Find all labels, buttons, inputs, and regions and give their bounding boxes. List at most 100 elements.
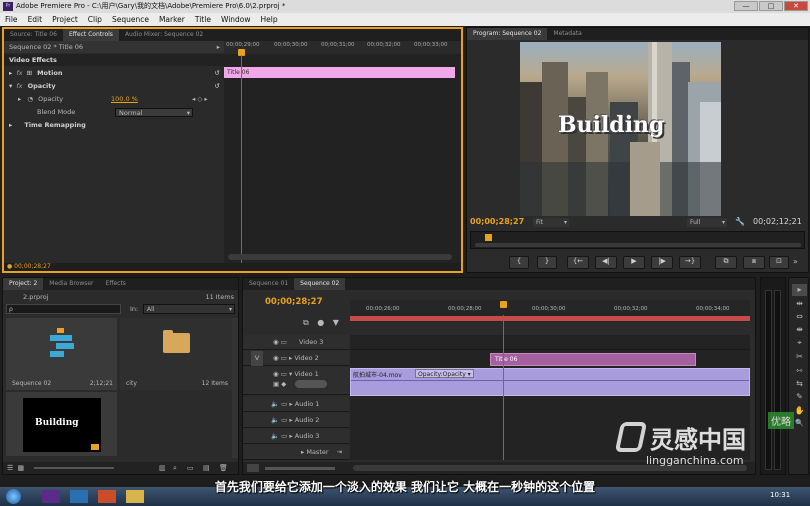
- icon-view-icon[interactable]: ▦: [18, 464, 25, 472]
- rolling-edit-tool-icon[interactable]: ⇼: [792, 325, 807, 337]
- menu-window[interactable]: Window: [216, 13, 256, 26]
- in-dropdown[interactable]: All ▾: [143, 304, 235, 314]
- keyframe-nav-icon[interactable]: ◂ ◇ ▸: [192, 93, 208, 105]
- button-editor-icon[interactable]: »: [793, 257, 798, 266]
- track-video-2[interactable]: V ◉ ▭ ▸ Video 2: [243, 351, 349, 366]
- lift-button[interactable]: ⧉: [715, 256, 737, 269]
- zoom-slider[interactable]: [34, 467, 115, 469]
- track-master[interactable]: ▸ Master ⇥: [243, 445, 349, 460]
- ripple-edit-tool-icon[interactable]: ⇔: [792, 312, 807, 324]
- zoom-out-icon[interactable]: [247, 464, 259, 472]
- tab-source[interactable]: Source: Title 06: [4, 29, 63, 41]
- step-back-button[interactable]: ◀|: [595, 256, 617, 269]
- speaker-icon[interactable]: 🔈: [271, 416, 279, 424]
- play-button[interactable]: ▶: [623, 256, 645, 269]
- menu-project[interactable]: Project: [47, 13, 83, 26]
- fx-badge-icon[interactable]: fx: [16, 69, 22, 77]
- track-select-tool-icon[interactable]: ⇹: [792, 299, 807, 311]
- stopwatch-icon[interactable]: ◔: [27, 95, 33, 103]
- slip-tool-icon[interactable]: ⇿: [792, 366, 807, 378]
- expand-arrow-icon[interactable]: ▸: [9, 121, 12, 129]
- tab-effects[interactable]: Effects: [100, 278, 132, 290]
- track-video-1[interactable]: ◉ ▭ ▾ Video 1 ▣ ◆: [243, 367, 349, 395]
- export-frame-button[interactable]: ⊡: [769, 256, 789, 269]
- tab-program[interactable]: Program: Sequence 02: [467, 28, 548, 40]
- mark-in-button[interactable]: {: [509, 256, 529, 269]
- maximize-button[interactable]: □: [759, 1, 783, 11]
- expand-arrow-icon[interactable]: ▸: [289, 416, 292, 424]
- menu-file[interactable]: File: [0, 13, 23, 26]
- go-to-in-button[interactable]: {←: [567, 256, 589, 269]
- slide-tool-icon[interactable]: ⇆: [792, 379, 807, 391]
- project-item-title[interactable]: Building: [6, 392, 117, 456]
- blend-mode-dropdown[interactable]: Normal ▾: [115, 108, 193, 117]
- opacity-value[interactable]: 100.0 %: [111, 93, 138, 105]
- track-audio-1[interactable]: 🔈 ▭ ▸ Audio 1: [243, 397, 349, 412]
- opacity-rubber-band[interactable]: [351, 380, 749, 381]
- track-audio-3[interactable]: 🔈 ▭ ▸ Audio 3: [243, 429, 349, 444]
- speaker-icon[interactable]: 🔈: [271, 432, 279, 440]
- menu-help[interactable]: Help: [256, 13, 283, 26]
- lock-icon[interactable]: ▭: [281, 354, 287, 362]
- video-1-clip[interactable]: 航拍城市-04.mov Opacity:Opacity ▾: [350, 368, 750, 396]
- quality-dropdown[interactable]: Full ▾: [687, 218, 727, 227]
- show-timeline-toggle-icon[interactable]: ▸: [217, 41, 220, 53]
- collapse-arrow-icon[interactable]: ▾: [289, 370, 292, 378]
- keyframe-nav-pill[interactable]: [295, 380, 327, 388]
- automate-to-sequence-icon[interactable]: ▥: [159, 462, 166, 474]
- expand-arrow-icon[interactable]: ▸: [301, 448, 304, 456]
- track-video-3[interactable]: ◉ ▭ Video 3: [243, 335, 349, 350]
- timeline-ruler[interactable]: 00;00;26;00 00;00;28;00 00;00;30;00 00;0…: [350, 300, 750, 322]
- mark-out-button[interactable]: }: [537, 256, 557, 269]
- expand-arrow-icon[interactable]: ▸: [9, 69, 12, 77]
- expand-arrow-icon[interactable]: ▸: [18, 95, 21, 103]
- list-view-icon[interactable]: ☰: [7, 464, 13, 472]
- timeline-zoom-slider[interactable]: [265, 467, 335, 470]
- lock-icon[interactable]: ▭: [281, 400, 287, 408]
- tab-effect-controls[interactable]: Effect Controls: [62, 29, 119, 41]
- add-marker-icon[interactable]: ▼: [333, 318, 339, 327]
- rate-stretch-tool-icon[interactable]: ⌖: [792, 338, 807, 350]
- timeline-current-time[interactable]: 00;00;28;27: [265, 297, 323, 307]
- selection-tool-icon[interactable]: ▸: [792, 284, 807, 296]
- menu-marker[interactable]: Marker: [154, 13, 190, 26]
- project-item-bin[interactable]: city 12 Items: [120, 318, 232, 390]
- project-search-input[interactable]: ρ: [6, 304, 121, 314]
- reset-opacity-icon[interactable]: ↺: [215, 80, 220, 92]
- expand-arrow-icon[interactable]: ▸: [289, 400, 292, 408]
- close-button[interactable]: ✕: [784, 1, 808, 11]
- timeline-playhead-icon[interactable]: [500, 301, 507, 308]
- lock-icon[interactable]: ▭: [281, 432, 287, 440]
- eye-icon[interactable]: ◉: [273, 354, 279, 362]
- effect-clip-bar[interactable]: Title 06: [224, 67, 455, 78]
- new-bin-icon[interactable]: ▭: [187, 462, 194, 474]
- source-patch-v[interactable]: V: [251, 351, 263, 366]
- expand-arrow-icon[interactable]: ▸: [289, 354, 292, 362]
- menu-clip[interactable]: Clip: [83, 13, 107, 26]
- tab-sequence-01[interactable]: Sequence 01: [243, 278, 294, 290]
- menu-title[interactable]: Title: [190, 13, 216, 26]
- keyframe-controls-icon[interactable]: ▣ ◆: [273, 377, 286, 392]
- project-item-sequence[interactable]: Sequence 02 2;12;21: [6, 318, 117, 390]
- program-playhead-icon[interactable]: [485, 234, 492, 241]
- reset-motion-icon[interactable]: ↺: [215, 67, 220, 79]
- minimize-button[interactable]: —: [734, 1, 758, 11]
- effect-timeline-ruler[interactable]: 00;00;29;00 00;00;30;00 00;00;31;00 00;0…: [224, 41, 461, 54]
- marker-icon[interactable]: ●: [317, 318, 324, 327]
- work-area-bar[interactable]: [350, 316, 750, 321]
- clip-effect-dropdown[interactable]: Opacity:Opacity ▾: [415, 369, 474, 378]
- program-zoom-scrollbar[interactable]: [475, 243, 801, 247]
- new-item-icon[interactable]: ▤: [203, 462, 210, 474]
- track-audio-2[interactable]: 🔈 ▭ ▸ Audio 2: [243, 413, 349, 428]
- find-icon[interactable]: ⌕: [173, 462, 177, 474]
- fit-dropdown[interactable]: Fit ▾: [533, 218, 569, 227]
- effect-opacity-row[interactable]: ▾ fx Opacity ↺: [4, 80, 224, 92]
- effect-motion-row[interactable]: ▸ fx ⊞ Motion ↺: [4, 67, 224, 79]
- tab-media-browser[interactable]: Media Browser: [43, 278, 99, 290]
- clear-icon[interactable]: 🗑: [219, 462, 228, 474]
- program-current-time[interactable]: 00;00;28;27: [470, 216, 524, 228]
- menu-sequence[interactable]: Sequence: [107, 13, 154, 26]
- menu-edit[interactable]: Edit: [23, 13, 48, 26]
- effect-time-remapping-row[interactable]: ▸ Time Remapping: [4, 119, 224, 131]
- lock-icon[interactable]: ▭: [281, 416, 287, 424]
